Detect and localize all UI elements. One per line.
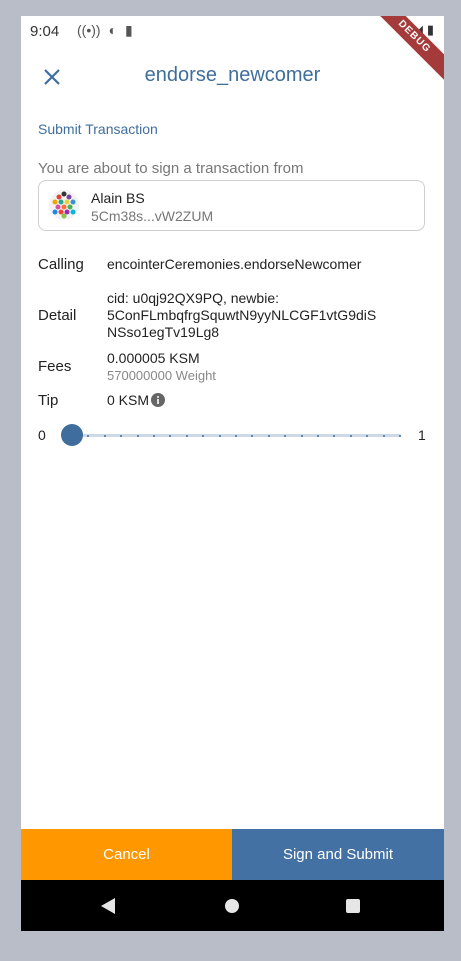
calling-value: encointerCeremonies.endorseNewcomer [107, 256, 362, 272]
nav-home-icon[interactable] [225, 899, 239, 913]
tip-label: Tip [38, 392, 59, 409]
identicon-avatar [49, 190, 79, 220]
tip-value: 0 KSM [107, 392, 150, 408]
slider-tick [399, 435, 401, 437]
fees-label: Fees [38, 358, 72, 375]
slider-max-label: 1 [418, 427, 426, 443]
info-icon[interactable] [151, 393, 166, 407]
battery-icon: ▮ [426, 22, 434, 37]
sign-and-submit-button[interactable]: Sign and Submit [232, 829, 444, 880]
detail-value: cid: u0qj92QX9PQ, newbie: 5ConFLmbqfrgSq… [107, 290, 427, 341]
fees-value: 0.000005 KSM [107, 350, 200, 366]
detail-line: NSso1egTv19Lg8 [107, 324, 220, 340]
bottom-actions: Cancel Sign and Submit [21, 829, 444, 880]
fees-weight: 570000000 Weight [107, 368, 216, 383]
phone-screen: 9:04 ((•)) ◐ ▮ ▼ ◢ ▮ DEBUG endorse_newco… [21, 16, 444, 931]
account-card[interactable]: Alain BS 5Cm38s...vW2ZUM [38, 180, 425, 231]
app-notification-icon: ◐ [108, 22, 118, 38]
tip-value-row: 0 KSM [107, 392, 166, 408]
detail-line: cid: u0qj92QX9PQ, newbie: [107, 290, 279, 306]
detail-line: 5ConFLmbqfrgSquwtN9yyNLCGF1vtG9diS [107, 307, 377, 323]
account-address: 5Cm38s...vW2ZUM [91, 208, 214, 224]
slider-tick [300, 435, 303, 437]
page-title: endorse_newcomer [144, 64, 321, 86]
from-label: You are about to sign a transaction from [38, 160, 304, 177]
slider-thumb[interactable] [61, 424, 83, 446]
section-title: Submit Transaction [38, 121, 158, 137]
detail-label: Detail [38, 307, 77, 324]
calling-label: Calling [38, 256, 84, 273]
slider-tick [317, 435, 319, 437]
slider-min-label: 0 [38, 427, 46, 443]
slider-tick [136, 435, 139, 437]
tip-slider[interactable] [61, 422, 401, 448]
nav-back-icon[interactable] [101, 898, 115, 914]
app-bar: endorse_newcomer [21, 58, 444, 102]
slider-tick [103, 435, 106, 437]
account-name: Alain BS [91, 190, 145, 206]
slider-tick [235, 435, 237, 437]
slider-tick [267, 435, 270, 437]
android-nav-bar [21, 880, 444, 931]
status-time: 9:04 [30, 23, 60, 40]
slider-tick [349, 435, 352, 437]
slider-tick [153, 435, 155, 437]
sdcard-icon: ▮ [125, 22, 133, 38]
nav-recent-icon[interactable] [346, 899, 360, 913]
status-bar: 9:04 ((•)) ◐ ▮ ▼ ◢ ▮ DEBUG [21, 16, 444, 86]
slider-tick [382, 435, 385, 437]
cancel-button[interactable]: Cancel [21, 829, 232, 880]
status-left-icons: ((•)) ◐ ▮ [77, 22, 133, 39]
radio-icon: ((•)) [77, 22, 101, 38]
slider-tick [185, 435, 188, 437]
slider-tick [218, 435, 221, 437]
